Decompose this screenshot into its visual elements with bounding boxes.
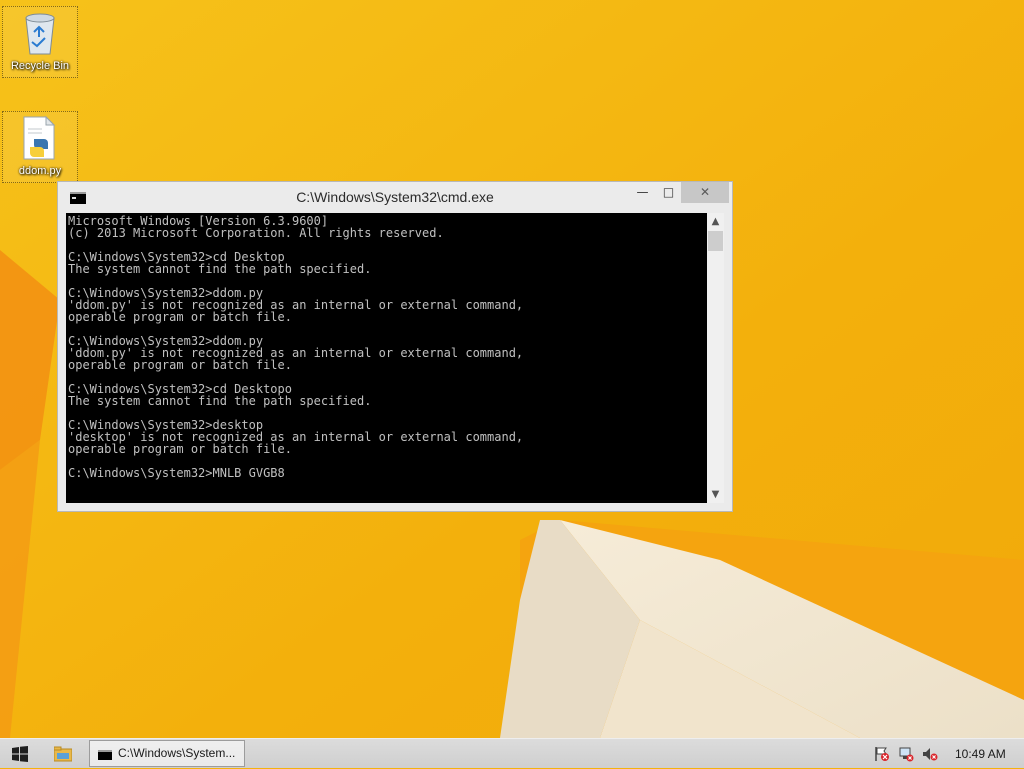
start-button[interactable] <box>0 739 40 769</box>
close-button[interactable]: ✕ <box>681 182 729 203</box>
scroll-down-arrow-icon[interactable]: ▼ <box>707 486 724 503</box>
cmd-window[interactable]: C:\Windows\System32\cmd.exe — □ ✕ Micros… <box>57 181 733 512</box>
file-explorer-button[interactable] <box>44 739 82 769</box>
scroll-thumb[interactable] <box>708 231 723 251</box>
desktop-icon-label: Recycle Bin <box>10 60 70 72</box>
console-line: The system cannot find the path specifie… <box>68 394 372 408</box>
console-line: operable program or batch file. <box>68 442 292 456</box>
volume-muted-icon[interactable] <box>922 746 938 762</box>
desktop-icon-recycle-bin[interactable]: Recycle Bin <box>2 6 78 78</box>
taskbar: C:\Windows\System... 10:49 AM <box>0 738 1024 768</box>
minimize-button[interactable]: — <box>629 182 656 203</box>
maximize-button[interactable]: □ <box>656 182 681 203</box>
desktop-icon-label: ddom.py <box>18 165 62 177</box>
console-line: (c) 2013 Microsoft Corporation. All righ… <box>68 226 444 240</box>
cmd-icon <box>98 750 112 760</box>
taskbar-clock[interactable]: 10:49 AM <box>955 747 1006 761</box>
taskbar-item-cmd[interactable]: C:\Windows\System... <box>89 740 245 767</box>
folder-icon <box>54 746 72 762</box>
console-line: operable program or batch file. <box>68 310 292 324</box>
desktop-icon-ddom-py[interactable]: ddom.py <box>2 111 78 183</box>
title-bar[interactable]: C:\Windows\System32\cmd.exe — □ ✕ <box>58 182 732 214</box>
action-center-flag-icon[interactable] <box>874 746 890 762</box>
scroll-up-arrow-icon[interactable]: ▲ <box>707 213 724 230</box>
console-text: Microsoft Windows [Version 6.3.9600] (c)… <box>66 213 707 479</box>
vertical-scrollbar[interactable]: ▲ ▼ <box>707 213 724 503</box>
python-file-icon <box>3 112 77 164</box>
recycle-bin-icon <box>3 7 77 59</box>
console-output[interactable]: Microsoft Windows [Version 6.3.9600] (c)… <box>66 213 707 503</box>
network-icon[interactable] <box>898 746 914 762</box>
console-line: operable program or batch file. <box>68 358 292 372</box>
taskbar-item-label: C:\Windows\System... <box>118 746 236 760</box>
desktop: Recycle Bin ddom.py C:\Windows\System32\… <box>0 0 1024 738</box>
console-line: C:\Windows\System32>MNLB GVGB8 <box>68 466 285 480</box>
windows-logo-icon <box>12 746 28 762</box>
console-line: The system cannot find the path specifie… <box>68 262 372 276</box>
